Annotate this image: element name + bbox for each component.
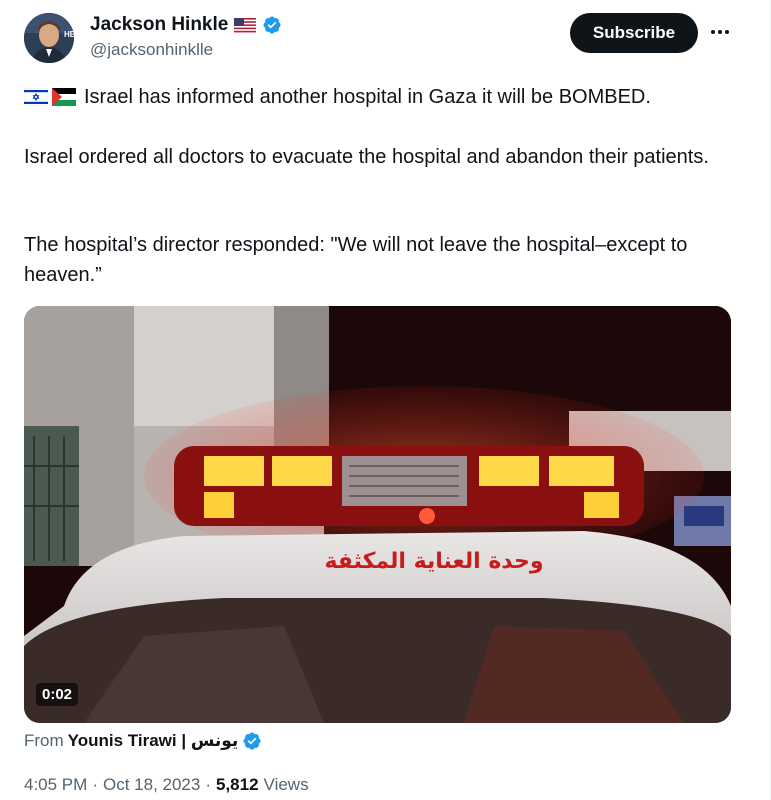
avatar-image: HB xyxy=(24,13,74,63)
views-label: Views xyxy=(263,775,309,794)
tweet-text-line2: Israel ordered all doctors to evacuate t… xyxy=(24,146,709,168)
from-prefix: From xyxy=(24,731,64,750)
israel-flag-icon xyxy=(24,88,48,106)
video-source: From Younis Tirawi | يونس xyxy=(24,731,262,751)
meta-separator: · xyxy=(205,775,211,794)
meta-separator: · xyxy=(92,775,98,794)
video-duration: 0:02 xyxy=(36,683,79,706)
author-row: Jackson Hinkle xyxy=(90,14,282,36)
verified-badge-icon[interactable] xyxy=(262,15,282,35)
tweet-line1-text: Israel has informed another hospital in … xyxy=(84,86,651,108)
video-frame: وحدة العناية المكثفة xyxy=(24,306,731,723)
tweet-time[interactable]: 4:05 PM xyxy=(24,775,87,795)
tweet-text-line3: The hospital’s director responded: "We w… xyxy=(24,234,688,286)
svg-text:HB: HB xyxy=(64,30,74,39)
more-horizontal-icon[interactable] xyxy=(710,22,730,42)
author-name[interactable]: Jackson Hinkle xyxy=(90,14,228,36)
subscribe-button[interactable]: Subscribe xyxy=(570,13,698,53)
views-count: 5,812 xyxy=(216,775,259,794)
ambulance-arabic-sign: وحدة العناية المكثفة xyxy=(324,549,543,574)
avatar[interactable]: HB xyxy=(24,13,74,63)
tweet-date[interactable]: Oct 18, 2023 xyxy=(103,775,200,795)
tweet-meta: 4:05 PM · Oct 18, 2023 · 5,812 Views xyxy=(24,775,309,795)
tweet-text-line1: Israel has informed another hospital in … xyxy=(24,82,739,112)
palestine-flag-icon xyxy=(52,88,76,106)
author-handle[interactable]: @jacksonhinklle xyxy=(90,40,213,60)
video-player[interactable]: وحدة العناية المكثفة xyxy=(24,306,731,723)
us-flag-icon xyxy=(234,17,257,33)
flag-emojis xyxy=(24,88,76,106)
verified-badge-icon xyxy=(242,731,262,751)
tweet-card: HB Jackson Hinkle @jacksonhinklle Subscr… xyxy=(0,0,771,800)
source-account-link[interactable]: Younis Tirawi | يونس xyxy=(68,731,239,751)
